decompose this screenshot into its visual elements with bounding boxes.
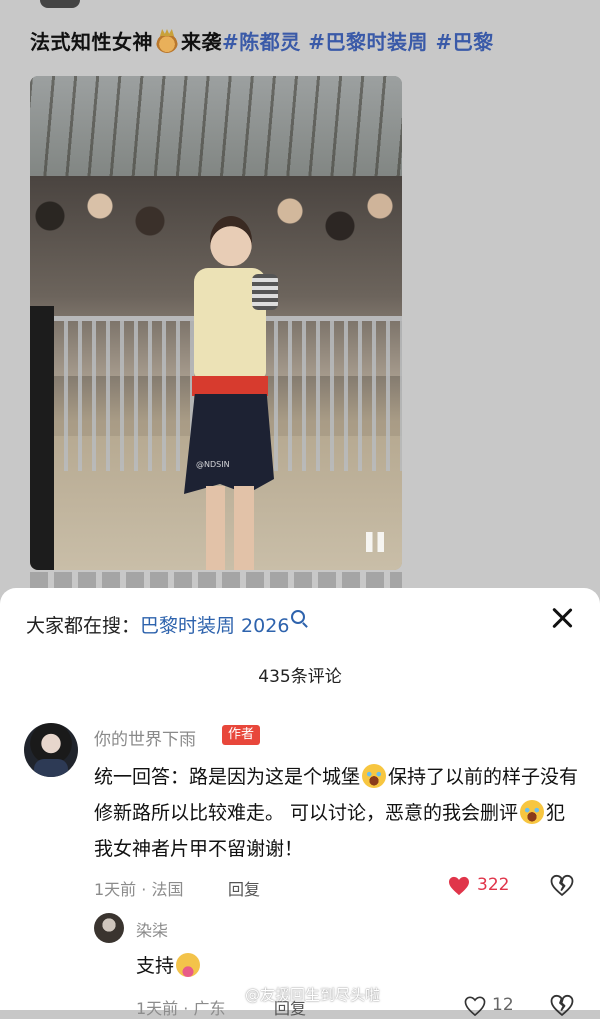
post-background: 法式知性女神 来袭#陈都灵 #巴黎时装周 #巴黎 @NDSIN	[0, 0, 600, 600]
photo-woman-skirt	[184, 394, 274, 494]
comment-text-part1: 统一回答：路是因为这是个城堡	[94, 766, 361, 788]
reply-button[interactable]: 回复	[228, 876, 260, 900]
post-title: 法式知性女神 来袭#陈都灵 #巴黎时装周 #巴黎	[30, 26, 494, 55]
photo-woman	[182, 216, 278, 570]
comment-text: 统一回答：路是因为这是个城堡 保持了以前的样子没有修新路所以比较难走。 可以讨论，…	[94, 759, 584, 867]
comment-text: 支持	[136, 951, 201, 978]
heart-icon[interactable]	[464, 996, 486, 1016]
comment-meta: 1天前 · 广东	[136, 999, 226, 1018]
photo-woman-head	[210, 216, 252, 266]
hug-emoji-icon	[176, 953, 201, 977]
trending-search[interactable]: 大家都在搜：巴黎时装周 2026	[26, 610, 306, 638]
trending-search-prefix: 大家都在搜：	[26, 615, 141, 637]
top-icon-stub	[40, 0, 80, 8]
hashtag-link[interactable]: #巴黎时装周	[308, 30, 428, 54]
comment-username[interactable]: 你的世界下雨	[94, 725, 196, 750]
comment-count: 435条评论	[258, 667, 342, 687]
photo-watermark: @NDSIN	[196, 460, 230, 469]
photo-woman-legs	[206, 486, 254, 570]
tears-of-joy-emoji-icon	[362, 764, 387, 788]
like-count: 12	[492, 995, 514, 1015]
avatar[interactable]	[24, 723, 78, 777]
tears-of-joy-emoji-icon	[520, 800, 545, 824]
author-badge: 作者	[222, 725, 261, 745]
watermark-text: @友援回生到尽头啦	[245, 986, 381, 1004]
hashtag-link[interactable]: #陈都灵	[222, 30, 301, 54]
comment-text-body: 支持	[136, 955, 175, 977]
avatar[interactable]	[94, 913, 124, 943]
heart-icon[interactable]	[448, 876, 470, 896]
pause-icon[interactable]	[366, 532, 384, 552]
broken-heart-icon[interactable]	[550, 874, 574, 898]
broken-heart-icon[interactable]	[550, 994, 574, 1018]
close-icon[interactable]	[550, 606, 574, 630]
platform-watermark: @友援回生到尽头啦	[220, 984, 380, 1005]
post-title-text: 法式知性女神	[30, 30, 153, 54]
comments-sheet: 大家都在搜：巴黎时装周 2026 435条评论 你的世界下雨 作者 统一回答：路…	[0, 588, 600, 1018]
trending-search-term[interactable]: 巴黎时装周 2026	[140, 615, 289, 637]
post-photo[interactable]: @NDSIN	[30, 76, 402, 570]
photo-foreground-figure	[30, 306, 54, 570]
princess-emoji-icon	[156, 31, 178, 53]
hashtag-link[interactable]: #巴黎	[435, 30, 493, 54]
comment-username[interactable]: 染柒	[136, 917, 168, 941]
watermark-logo-icon	[220, 984, 242, 1002]
photo-woman-sleeve	[252, 274, 278, 310]
photo-woman-belt	[192, 376, 268, 396]
post-title-after-emoji: 来袭	[181, 30, 222, 54]
comment-meta: 1天前 · 法国	[94, 880, 184, 899]
like-count: 322	[477, 875, 510, 895]
search-icon	[291, 610, 306, 624]
